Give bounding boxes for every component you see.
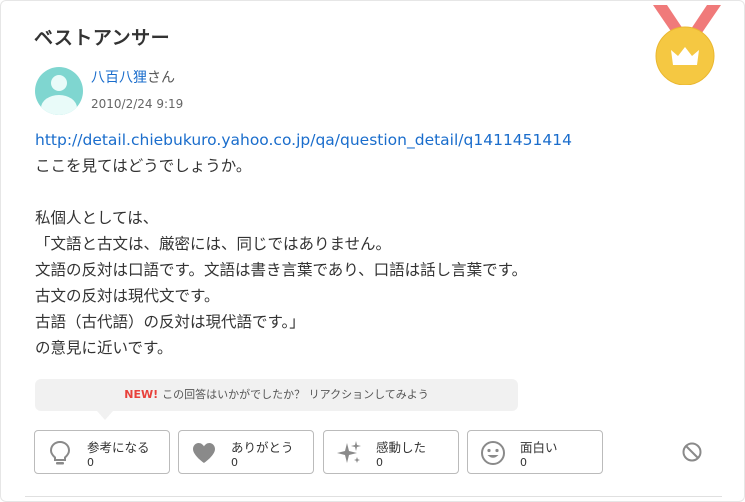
answer-link[interactable]: http://detail.chiebukuro.yahoo.co.jp/qa/…	[35, 127, 675, 153]
author-honorific: さん	[147, 70, 175, 86]
avatar-head	[51, 75, 67, 91]
sparkle-icon	[337, 441, 361, 463]
post-date: 2010/2/24 9:19	[91, 97, 184, 111]
reaction-count: 0	[87, 456, 94, 469]
new-badge: NEW!	[124, 388, 159, 401]
reaction-label: 面白い	[520, 440, 558, 455]
best-answer-heading: ベストアンサー	[34, 27, 171, 49]
reaction-count: 0	[376, 456, 383, 469]
reaction-label: 参考になる	[87, 440, 150, 455]
divider	[25, 496, 722, 497]
answer-line: 私個人としては、	[35, 209, 159, 227]
lightbulb-icon	[49, 440, 71, 465]
reaction-label: 感動した	[376, 440, 427, 455]
reaction-count: 0	[520, 456, 527, 469]
reaction-label: ありがとう	[231, 440, 294, 455]
avatar-body	[41, 95, 77, 115]
reaction-prompt-tail	[97, 411, 113, 420]
answer-line: 「文語と古文は、厳密には、同じではありません。	[35, 235, 392, 253]
answer-line: の意見に近いです。	[35, 339, 173, 357]
ban-icon[interactable]	[681, 441, 703, 463]
reaction-prompt: NEW! この回答はいかがでしたか？ リアクションしてみよう	[35, 379, 518, 411]
crown-medal-icon	[653, 5, 721, 85]
avatar[interactable]	[35, 67, 83, 115]
author-name: 八百八狸さん	[91, 67, 175, 87]
answer-line: 古文の反対は現代文です。	[35, 287, 220, 305]
heart-icon	[193, 443, 215, 463]
reaction-button-funny[interactable]: 面白い 0	[467, 430, 603, 474]
answer-body: http://detail.chiebukuro.yahoo.co.jp/qa/…	[35, 127, 675, 361]
best-answer-card: ベストアンサー 八百八狸さん 2010/2/24 9:19 http://det…	[0, 0, 745, 502]
reaction-button-moved[interactable]: 感動した 0	[323, 430, 459, 474]
answer-line: 古語（古代語）の反対は現代語です。」	[35, 313, 305, 331]
answer-line	[35, 179, 675, 205]
author-name-link[interactable]: 八百八狸	[91, 70, 147, 86]
reaction-count: 0	[231, 456, 238, 469]
answer-line: ここを見てはどうでしょうか。	[35, 157, 252, 175]
reaction-button-helpful[interactable]: 参考になる 0	[34, 430, 170, 474]
answer-line: 文語の反対は口語です。文語は書き言葉であり、口語は話し言葉です。	[35, 261, 528, 279]
smile-icon	[481, 441, 505, 465]
reaction-prompt-text: この回答はいかがでしたか？ リアクションしてみよう	[162, 388, 429, 401]
reaction-button-thanks[interactable]: ありがとう 0	[178, 430, 314, 474]
